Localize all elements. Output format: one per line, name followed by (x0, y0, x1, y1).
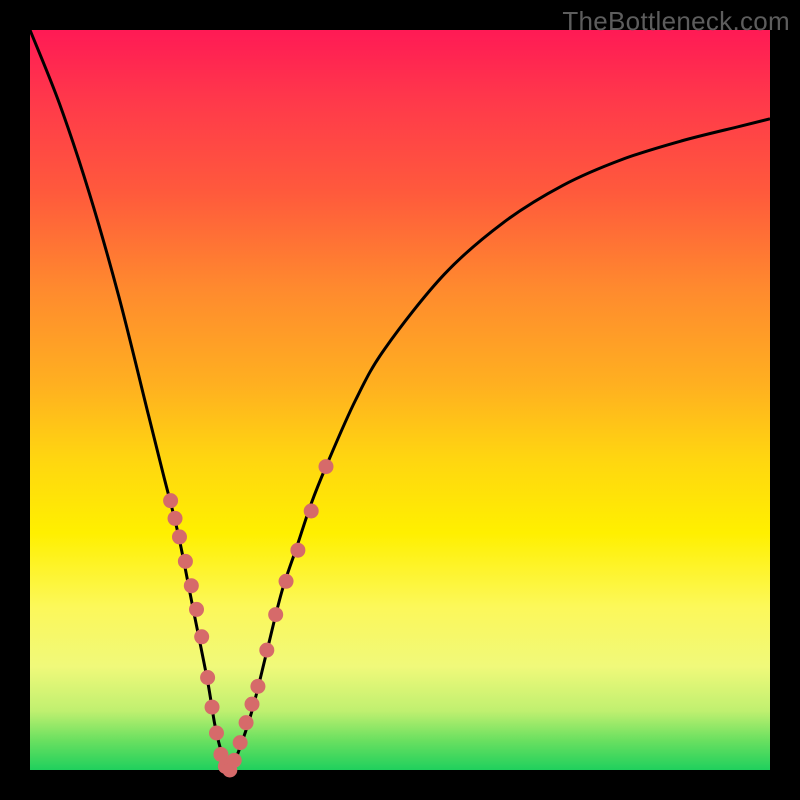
data-marker (209, 726, 224, 741)
plot-area (30, 30, 770, 770)
data-marker (239, 715, 254, 730)
data-marker (200, 670, 215, 685)
data-marker (268, 607, 283, 622)
data-marker (205, 700, 220, 715)
data-marker (227, 753, 242, 768)
data-marker (245, 697, 260, 712)
data-marker (250, 679, 265, 694)
data-marker (319, 459, 334, 474)
data-marker (304, 504, 319, 519)
data-marker (233, 735, 248, 750)
data-marker (279, 574, 294, 589)
data-marker (168, 511, 183, 526)
data-marker (189, 602, 204, 617)
data-marker (184, 578, 199, 593)
chart-container: TheBottleneck.com (0, 0, 800, 800)
data-marker (163, 493, 178, 508)
watermark-text: TheBottleneck.com (562, 6, 790, 37)
bottleneck-curve (30, 30, 770, 770)
data-marker (178, 554, 193, 569)
data-marker (194, 629, 209, 644)
marker-group (163, 459, 333, 777)
data-marker (259, 643, 274, 658)
curve-svg (30, 30, 770, 770)
data-marker (290, 543, 305, 558)
data-marker (172, 529, 187, 544)
